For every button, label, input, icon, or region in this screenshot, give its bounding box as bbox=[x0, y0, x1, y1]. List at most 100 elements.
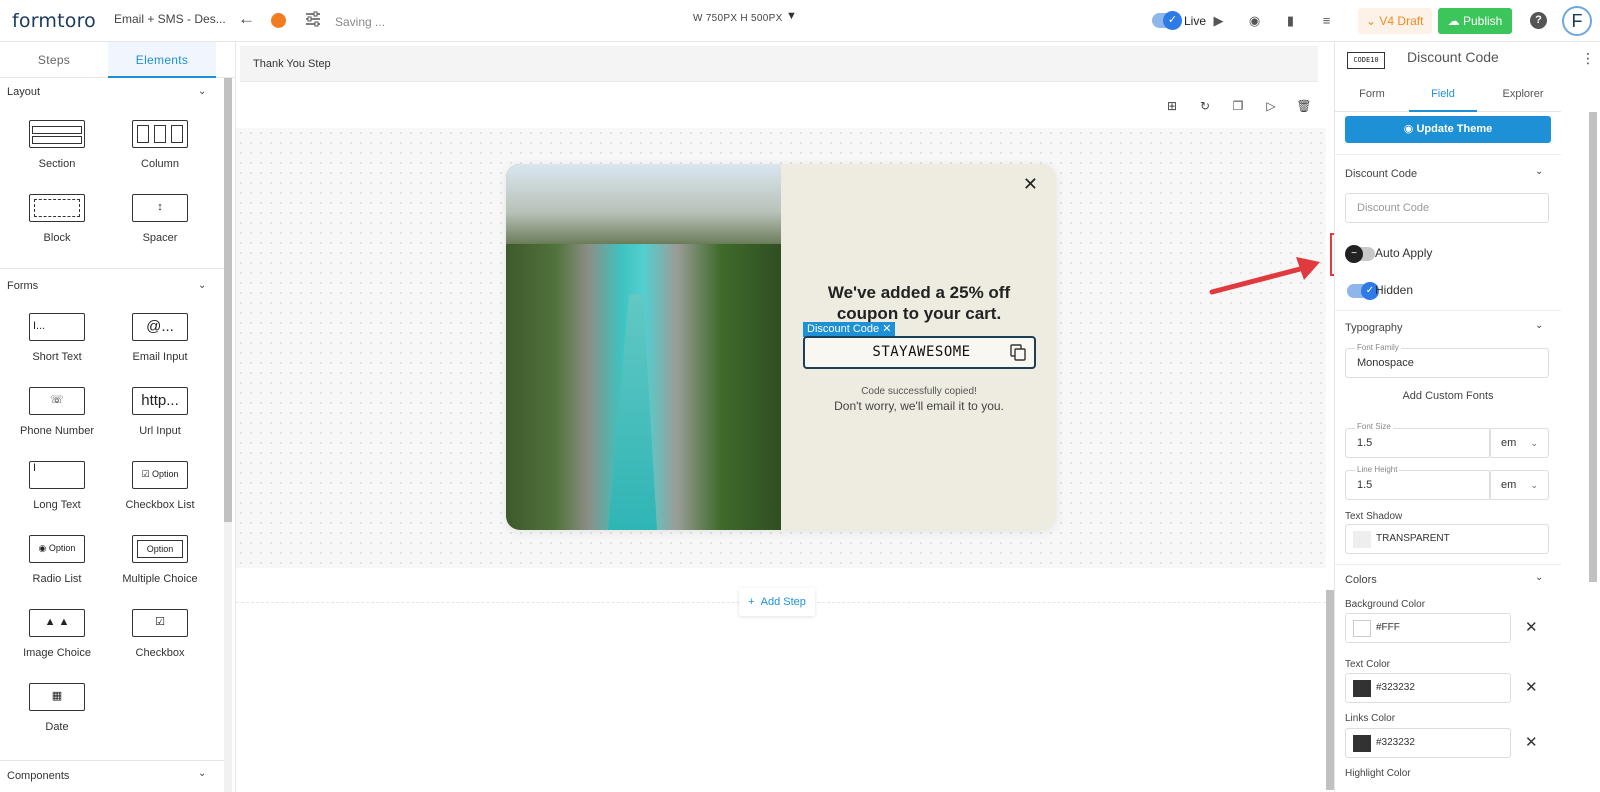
chevron-down-icon[interactable]: ⌄ bbox=[198, 280, 206, 291]
text-shadow-field[interactable]: TRANSPARENT bbox=[1345, 524, 1549, 554]
more-icon[interactable]: ⋮ bbox=[1581, 50, 1595, 67]
copy-icon[interactable] bbox=[1010, 344, 1026, 361]
element-phone-number[interactable]: ☏ Phone Number bbox=[5, 387, 109, 453]
trash-icon[interactable]: 🗑 bbox=[1296, 98, 1312, 114]
tab-steps[interactable]: Steps bbox=[0, 42, 108, 78]
auto-apply-toggle[interactable]: − bbox=[1345, 245, 1375, 263]
highlight-color-label: Highlight Color bbox=[1345, 768, 1411, 779]
sliders-icon[interactable] bbox=[304, 10, 322, 28]
publish-button[interactable]: ☁ Publish bbox=[1438, 8, 1512, 34]
text-color-field[interactable]: #323232 bbox=[1345, 673, 1511, 703]
font-family-select[interactable]: Monospace bbox=[1345, 348, 1549, 378]
back-arrow-icon[interactable]: ← bbox=[238, 9, 255, 29]
checkbox-list-icon: ☑ Option bbox=[132, 461, 188, 489]
refresh-icon[interactable]: ↻ bbox=[1197, 98, 1213, 114]
element-checkbox-list[interactable]: ☑ Option Checkbox List bbox=[108, 461, 212, 527]
element-checkbox[interactable]: ☑ Checkbox bbox=[108, 609, 212, 675]
element-url-input[interactable]: http... Url Input bbox=[108, 387, 212, 453]
phone-icon: ☏ bbox=[29, 387, 85, 415]
chevron-down-icon[interactable]: ▼ bbox=[786, 10, 797, 22]
canvas-scrollbar[interactable] bbox=[1326, 590, 1334, 790]
clear-icon[interactable]: ✕ bbox=[1525, 678, 1538, 696]
analytics-icon[interactable]: ▮ bbox=[1282, 12, 1299, 29]
section-colors[interactable]: Colors bbox=[1345, 574, 1377, 586]
avatar[interactable]: F bbox=[1562, 6, 1592, 36]
copied-message: Code successfully copied! bbox=[861, 386, 977, 397]
chevron-down-icon[interactable]: ⌄ bbox=[198, 86, 206, 97]
chevron-down-icon[interactable]: ⌄ bbox=[1535, 166, 1543, 177]
play-icon[interactable]: ▷ bbox=[1263, 98, 1279, 114]
tab-elements[interactable]: Elements bbox=[108, 42, 216, 78]
discount-code-tag[interactable]: Discount Code ✕ bbox=[803, 322, 896, 337]
version-draft-button[interactable]: ⌄ V4 Draft bbox=[1358, 8, 1432, 34]
element-multiple-choice[interactable]: Option Multiple Choice bbox=[108, 535, 212, 601]
list-icon[interactable]: ≡ bbox=[1318, 12, 1335, 29]
popup-heading[interactable]: We've added a 25% off coupon to your car… bbox=[796, 282, 1042, 324]
clear-icon[interactable]: ✕ bbox=[1525, 618, 1538, 636]
chevron-down-icon[interactable]: ⌄ bbox=[1535, 320, 1543, 331]
help-icon[interactable]: ? bbox=[1530, 12, 1547, 29]
element-short-text[interactable]: I... Short Text bbox=[5, 313, 109, 379]
add-custom-fonts-button[interactable]: Add Custom Fonts bbox=[1335, 390, 1561, 402]
font-size-unit-select[interactable]: em ⌄ bbox=[1489, 428, 1549, 458]
element-long-text[interactable]: I Long Text bbox=[5, 461, 109, 527]
divider bbox=[0, 760, 224, 761]
hidden-toggle[interactable]: ✓ bbox=[1347, 282, 1379, 300]
links-color-field[interactable]: #323232 bbox=[1345, 728, 1511, 758]
tree-icon[interactable]: ⊞ bbox=[1164, 98, 1180, 114]
line-height-unit-select[interactable]: em ⌄ bbox=[1489, 470, 1549, 500]
left-scrollbar[interactable] bbox=[224, 78, 232, 522]
form-name[interactable]: Email + SMS - Des... bbox=[114, 12, 226, 26]
properties-panel: CODE10 Discount Code ⋮ Form Field Explor… bbox=[1334, 42, 1600, 792]
right-scrollbar[interactable] bbox=[1589, 112, 1597, 582]
step-name-bar[interactable]: Thank You Step bbox=[240, 46, 1318, 82]
discount-code-select[interactable]: Discount Code bbox=[1345, 193, 1549, 223]
text-shadow-value: TRANSPARENT bbox=[1376, 533, 1450, 544]
close-icon[interactable]: ✕ bbox=[1023, 174, 1038, 195]
hidden-label: Hidden bbox=[1375, 283, 1414, 297]
section-components[interactable]: Components bbox=[7, 770, 69, 782]
live-toggle[interactable]: ✓ bbox=[1152, 11, 1182, 30]
palette-icon[interactable]: ◉ bbox=[1246, 12, 1263, 29]
element-column[interactable]: Column bbox=[108, 120, 212, 186]
duplicate-icon[interactable]: ❐ bbox=[1230, 98, 1246, 114]
element-badge: CODE10 bbox=[1347, 52, 1385, 69]
element-block[interactable]: Block bbox=[5, 194, 109, 260]
discount-code-value: STAYAWESOME bbox=[872, 344, 971, 360]
element-image-choice[interactable]: ▲ ▲ Image Choice bbox=[5, 609, 109, 675]
tab-field[interactable]: Field bbox=[1409, 76, 1477, 112]
status-dot[interactable] bbox=[271, 13, 286, 28]
palette-icon: ◉ bbox=[1403, 123, 1414, 135]
discount-code-field[interactable]: STAYAWESOME bbox=[803, 336, 1036, 369]
add-step-button[interactable]: + Add Step bbox=[739, 588, 815, 616]
element-radio-list[interactable]: ◉ Option Radio List bbox=[5, 535, 109, 601]
update-theme-button[interactable]: ◉ Update Theme bbox=[1345, 116, 1551, 143]
close-icon[interactable]: ✕ bbox=[882, 323, 891, 335]
element-section[interactable]: Section bbox=[5, 120, 109, 186]
swatch bbox=[1353, 531, 1371, 548]
top-bar: formtoro Email + SMS - Des... ← Saving .… bbox=[0, 0, 1600, 42]
tab-form[interactable]: Form bbox=[1335, 76, 1409, 112]
element-spacer[interactable]: ↕ Spacer bbox=[108, 194, 212, 260]
element-date[interactable]: ▦ Date bbox=[5, 683, 109, 749]
background-color-field[interactable]: #FFF bbox=[1345, 613, 1511, 643]
section-discount-code[interactable]: Discount Code bbox=[1345, 168, 1417, 180]
clear-icon[interactable]: ✕ bbox=[1525, 733, 1538, 751]
font-size-input[interactable]: 1.5 bbox=[1345, 428, 1491, 458]
element-email-input[interactable]: @... Email Input bbox=[108, 313, 212, 379]
tab-explorer[interactable]: Explorer bbox=[1477, 76, 1569, 112]
update-theme-label: Update Theme bbox=[1416, 123, 1493, 135]
app-logo[interactable]: formtoro bbox=[12, 10, 96, 32]
background-color-label: Background Color bbox=[1345, 599, 1426, 610]
play-icon[interactable]: ▶ bbox=[1210, 12, 1227, 29]
left-tabs: Steps Elements bbox=[0, 42, 235, 78]
section-forms[interactable]: Forms bbox=[7, 280, 38, 292]
section-layout[interactable]: Layout bbox=[7, 86, 40, 98]
divider bbox=[1335, 564, 1561, 565]
landscape-image bbox=[506, 164, 781, 530]
line-height-input[interactable]: 1.5 bbox=[1345, 470, 1491, 500]
section-typography[interactable]: Typography bbox=[1345, 322, 1402, 334]
chevron-down-icon[interactable]: ⌄ bbox=[1535, 572, 1543, 583]
chevron-down-icon[interactable]: ⌄ bbox=[198, 768, 206, 779]
canvas-dimensions[interactable]: W 750PX H 500PX bbox=[693, 13, 783, 24]
